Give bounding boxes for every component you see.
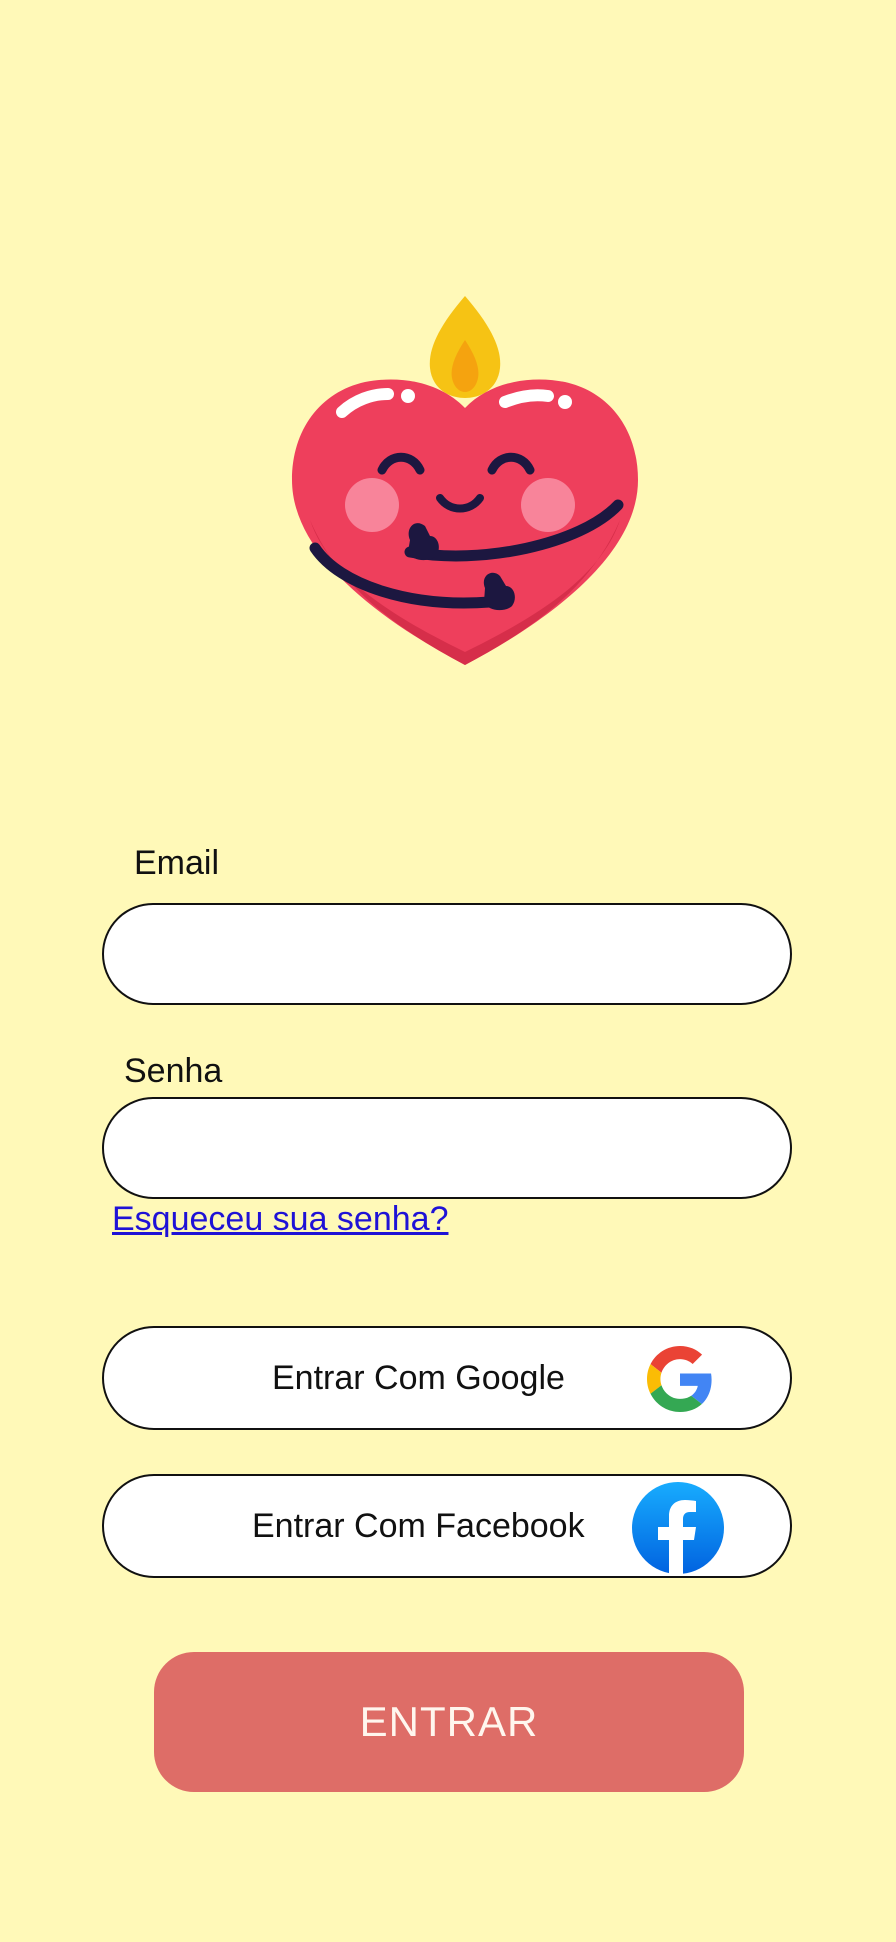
facebook-login-label: Entrar Com Facebook — [252, 1506, 585, 1545]
facebook-login-button[interactable]: Entrar Com Facebook — [102, 1474, 792, 1578]
google-login-button[interactable]: Entrar Com Google — [102, 1326, 792, 1430]
email-label: Email — [134, 844, 220, 882]
password-input[interactable] — [102, 1097, 792, 1199]
google-icon — [647, 1346, 712, 1412]
login-button[interactable]: ENTRAR — [154, 1652, 744, 1792]
heart-candle-mascot-icon — [292, 296, 638, 665]
email-input[interactable] — [102, 903, 792, 1005]
facebook-icon — [632, 1482, 724, 1574]
password-label: Senha — [124, 1052, 223, 1090]
forgot-password-link[interactable]: Esqueceu sua senha? — [112, 1200, 448, 1239]
google-login-label: Entrar Com Google — [272, 1358, 565, 1397]
